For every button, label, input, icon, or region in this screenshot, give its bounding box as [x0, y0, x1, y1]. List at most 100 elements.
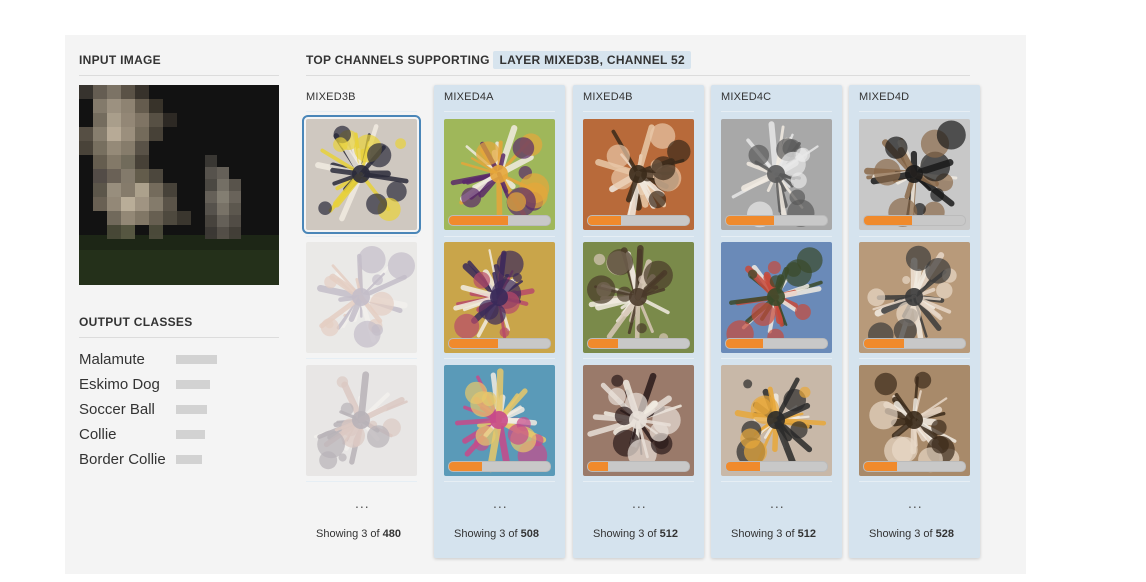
more-ellipsis[interactable]: ... — [770, 495, 785, 511]
showing-count: Showing 3 of 480 — [316, 528, 401, 540]
activation-bar — [863, 215, 966, 226]
activation-bar-fill — [588, 216, 622, 225]
input-image-title: INPUT IMAGE — [79, 53, 161, 67]
divider — [79, 75, 279, 76]
column-header: MIXED4C — [721, 91, 772, 103]
output-class-score-bar — [176, 455, 202, 464]
divider — [859, 111, 970, 112]
divider — [583, 481, 694, 482]
activation-bar — [448, 215, 551, 226]
divider — [859, 358, 970, 359]
feature-viz-bear-thumbnail[interactable] — [583, 119, 694, 230]
activation-bar-fill — [864, 462, 898, 471]
activation-bar-fill — [726, 339, 764, 348]
divider — [583, 111, 694, 112]
output-class-label: Soccer Ball — [79, 401, 155, 418]
activation-bar — [587, 338, 690, 349]
divider — [721, 481, 832, 482]
feature-viz-hamster-thumbnail[interactable] — [859, 365, 970, 476]
feature-viz-burst-thumbnail[interactable] — [444, 365, 555, 476]
divider — [721, 358, 832, 359]
column-header: MIXED4A — [444, 91, 494, 103]
output-class-item[interactable]: Collie — [79, 425, 117, 445]
showing-prefix: Showing 3 of — [731, 528, 795, 540]
feature-viz-eyes-thumbnail[interactable] — [444, 242, 555, 353]
feature-viz-creature-thumbnail[interactable] — [721, 365, 832, 476]
output-class-label: Border Collie — [79, 451, 166, 468]
layer-channel-highlight: LAYER MIXED3B, CHANNEL 52 — [493, 51, 691, 69]
feature-viz-fur-thumbnail[interactable] — [721, 119, 832, 230]
feature-viz-stripes-thumbnail[interactable] — [302, 115, 421, 234]
divider — [79, 337, 279, 338]
activation-bar-fill — [449, 339, 499, 348]
feature-viz-fan-thumbnail[interactable] — [306, 242, 417, 353]
activation-bar — [725, 215, 828, 226]
divider — [583, 358, 694, 359]
showing-count: Showing 3 of 512 — [731, 528, 816, 540]
divider — [306, 236, 417, 237]
showing-prefix: Showing 3 of — [316, 528, 380, 540]
showing-count: Showing 3 of 508 — [454, 528, 539, 540]
more-ellipsis[interactable]: ... — [355, 495, 370, 511]
activation-bar — [863, 338, 966, 349]
feature-viz-bus-thumbnail[interactable] — [721, 242, 832, 353]
showing-total: 512 — [797, 528, 817, 540]
showing-total: 480 — [382, 528, 402, 540]
activation-bar — [448, 338, 551, 349]
column-header: MIXED4B — [583, 91, 633, 103]
divider — [306, 75, 970, 76]
output-class-score-bar — [176, 380, 210, 389]
output-class-item[interactable]: Border Collie — [79, 450, 166, 470]
feature-viz-monkey-thumbnail[interactable] — [583, 242, 694, 353]
activation-bar-fill — [588, 462, 609, 471]
showing-total: 528 — [935, 528, 955, 540]
top-channels-prefix: TOP CHANNELS SUPPORTING — [306, 53, 490, 67]
activation-bar-fill — [449, 216, 508, 225]
more-ellipsis[interactable]: ... — [493, 495, 508, 511]
feature-viz-snout-thumbnail[interactable] — [583, 365, 694, 476]
showing-prefix: Showing 3 of — [454, 528, 518, 540]
feature-viz-cat-thumbnail[interactable] — [859, 242, 970, 353]
activation-bar — [587, 215, 690, 226]
divider — [859, 236, 970, 237]
divider — [306, 481, 417, 482]
divider — [583, 236, 694, 237]
activation-bar-fill — [726, 462, 761, 471]
output-class-score-bar — [176, 430, 205, 439]
output-class-label: Eskimo Dog — [79, 376, 160, 393]
activation-bar — [587, 461, 690, 472]
activation-bar-fill — [449, 462, 483, 471]
activation-bar-fill — [726, 216, 775, 225]
activation-bar-fill — [588, 339, 619, 348]
divider — [721, 236, 832, 237]
showing-total: 508 — [520, 528, 540, 540]
output-class-score-bar — [176, 355, 217, 364]
output-class-label: Collie — [79, 426, 117, 443]
activation-bar-fill — [864, 216, 913, 225]
showing-prefix: Showing 3 of — [593, 528, 657, 540]
divider — [444, 358, 555, 359]
divider — [859, 481, 970, 482]
divider — [444, 111, 555, 112]
showing-prefix: Showing 3 of — [869, 528, 933, 540]
output-class-item[interactable]: Eskimo Dog — [79, 375, 160, 395]
more-ellipsis[interactable]: ... — [632, 495, 647, 511]
output-class-score-bar — [176, 405, 207, 414]
activation-bar — [448, 461, 551, 472]
showing-total: 512 — [659, 528, 679, 540]
column-header: MIXED3B — [306, 91, 356, 103]
divider — [306, 358, 417, 359]
showing-count: Showing 3 of 528 — [869, 528, 954, 540]
feature-viz-blob-thumbnail[interactable] — [306, 365, 417, 476]
output-class-label: Malamute — [79, 351, 145, 368]
column-header: MIXED4D — [859, 91, 910, 103]
feature-viz-puppy-thumbnail[interactable] — [859, 119, 970, 230]
divider — [721, 111, 832, 112]
more-ellipsis[interactable]: ... — [908, 495, 923, 511]
feature-viz-flower-thumbnail[interactable] — [444, 119, 555, 230]
activation-bar — [863, 461, 966, 472]
output-class-item[interactable]: Malamute — [79, 350, 145, 370]
output-class-item[interactable]: Soccer Ball — [79, 400, 155, 420]
output-classes-title: OUTPUT CLASSES — [79, 315, 193, 329]
showing-count: Showing 3 of 512 — [593, 528, 678, 540]
